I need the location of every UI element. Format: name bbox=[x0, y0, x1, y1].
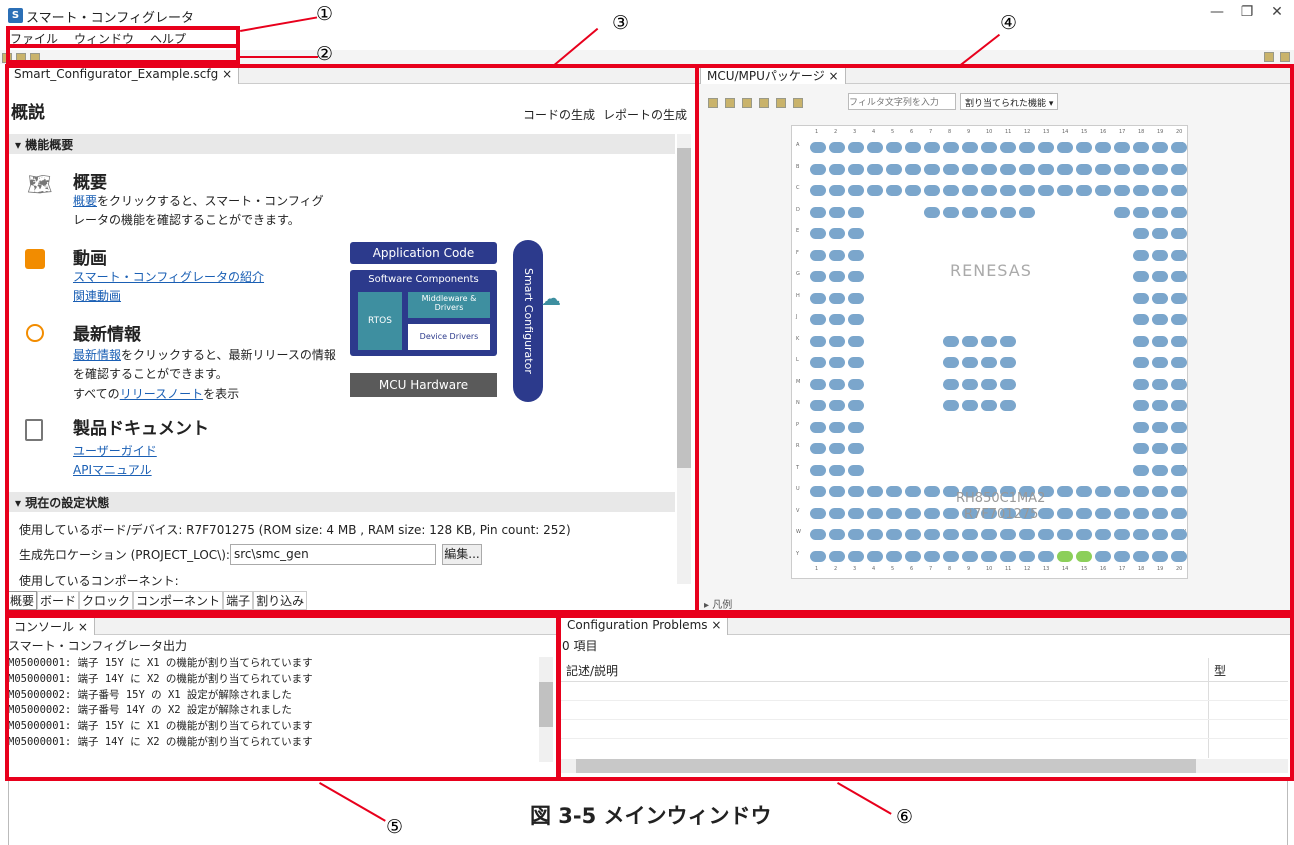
leader-line bbox=[837, 782, 892, 815]
callout-box-package bbox=[695, 64, 1294, 614]
callout-3: ③ bbox=[612, 12, 630, 34]
callout-1: ① bbox=[316, 3, 334, 25]
callout-box-console bbox=[5, 614, 560, 781]
callout-box-editor bbox=[5, 64, 699, 614]
divider bbox=[8, 781, 9, 845]
perspective-icon[interactable] bbox=[1264, 52, 1274, 62]
callout-box-problems bbox=[557, 614, 1294, 781]
perspective-switch-icon[interactable] bbox=[1280, 52, 1290, 62]
leader-line bbox=[240, 56, 318, 58]
callout-5: ⑤ bbox=[386, 816, 404, 838]
callout-box-toolbar bbox=[6, 44, 240, 64]
window-title: スマート・コンフィグレータ bbox=[26, 11, 194, 26]
callout-6: ⑥ bbox=[896, 806, 914, 828]
callout-4: ④ bbox=[1000, 12, 1018, 34]
figure-caption: 図 3-5 メインウィンドウ bbox=[530, 804, 772, 828]
app-icon: S bbox=[8, 8, 23, 23]
close-button[interactable]: ✕ bbox=[1262, 4, 1292, 24]
minimize-button[interactable]: — bbox=[1202, 4, 1232, 24]
callout-2: ② bbox=[316, 43, 334, 65]
restore-button[interactable]: ❐ bbox=[1232, 4, 1262, 24]
divider bbox=[1287, 781, 1288, 845]
leader-line bbox=[319, 782, 386, 822]
